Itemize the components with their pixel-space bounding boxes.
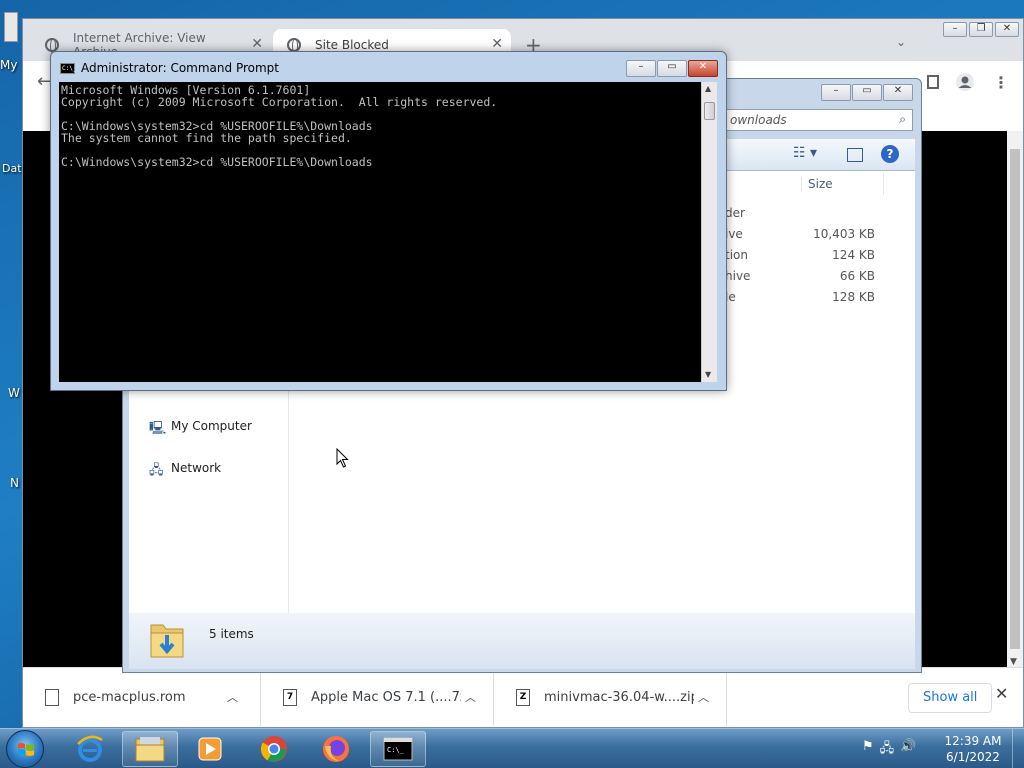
search-placeholder: ownloads bbox=[730, 113, 787, 127]
nav-label: Network bbox=[171, 461, 222, 475]
desktop-label: My bbox=[0, 58, 18, 72]
show-desktop-button[interactable] bbox=[1012, 729, 1024, 768]
command-prompt-icon[interactable]: C:\_ bbox=[370, 731, 426, 767]
file-size: 10,403 KB bbox=[813, 227, 875, 241]
maximize-icon[interactable]: ▭ bbox=[657, 60, 687, 77]
chrome-icon[interactable] bbox=[246, 731, 302, 767]
svg-text:C:\_: C:\_ bbox=[387, 746, 405, 754]
system-tray: ⚑ 🖧 🔊 bbox=[862, 739, 916, 761]
desktop-label: N bbox=[10, 476, 19, 490]
file-type: hive bbox=[725, 269, 751, 283]
minimize-icon[interactable]: – bbox=[943, 22, 967, 37]
chrome-window-controls: – ❐ ✕ bbox=[943, 22, 1019, 37]
window-title: Administrator: Command Prompt bbox=[81, 61, 279, 75]
nav-item-my-computer[interactable]: 🖳 My Computer bbox=[149, 419, 252, 436]
chevron-up-icon[interactable]: ︿ bbox=[227, 689, 238, 705]
zip-icon: Z bbox=[516, 688, 530, 706]
taskbar: C:\_ ⚑ 🖧 🔊 12:39 AM 6/1/2022 bbox=[0, 728, 1024, 768]
file-size: 124 KB bbox=[832, 248, 875, 262]
archive-icon: 7 bbox=[283, 688, 297, 706]
downloads-folder-icon bbox=[150, 624, 184, 658]
search-input[interactable]: ownloads ⌕ bbox=[723, 109, 913, 131]
help-icon[interactable]: ? bbox=[881, 145, 899, 163]
console-line: Copyright (c) 2009 Microsoft Corporation… bbox=[61, 95, 498, 109]
command-prompt-icon: C:\_ bbox=[60, 63, 77, 74]
start-button[interactable] bbox=[6, 730, 44, 768]
internet-explorer-icon[interactable] bbox=[62, 731, 118, 767]
profile-icon[interactable] bbox=[955, 72, 975, 96]
desktop-icon-computer[interactable] bbox=[4, 12, 18, 42]
download-name: pce-macplus.rom bbox=[73, 689, 186, 705]
view-options-icon[interactable]: ☷ ▾ bbox=[793, 145, 817, 161]
file-size: 66 KB bbox=[839, 269, 875, 283]
clock-date: 6/1/2022 bbox=[946, 750, 1000, 764]
scroll-down-arrow-icon[interactable]: ▼ bbox=[705, 370, 711, 379]
close-icon[interactable]: ✕ bbox=[688, 60, 718, 77]
menu-kebab-icon[interactable]: ⋮ bbox=[993, 73, 1009, 92]
nav-item-network[interactable]: 🖧 Network bbox=[149, 461, 222, 478]
file-type: tion bbox=[725, 248, 748, 262]
download-name: Apple Mac OS 7.1 (....7z bbox=[311, 689, 461, 705]
windows-logo-icon bbox=[18, 743, 34, 756]
item-count: 5 items bbox=[209, 627, 254, 641]
firefox-icon[interactable] bbox=[308, 731, 364, 767]
download-item[interactable]: pce-macplus.rom ︿ bbox=[23, 668, 261, 726]
clock-time: 12:39 AM bbox=[944, 734, 1002, 748]
console-output[interactable]: Microsoft Windows [Version 6.1.7601] Copy… bbox=[59, 82, 701, 382]
computer-icon: 🖳 bbox=[149, 421, 167, 436]
download-bar: pce-macplus.rom ︿ 7 Apple Mac OS 7.1 (..… bbox=[23, 667, 1023, 727]
command-prompt-window: C:\_ Administrator: Command Prompt – ▭ ✕… bbox=[50, 51, 727, 391]
download-item[interactable]: 7 Apple Mac OS 7.1 (....7z ︿ bbox=[261, 668, 494, 726]
close-icon[interactable]: ✕ bbox=[491, 36, 503, 52]
download-item[interactable]: Z minivmac-36.04-w....zip ︿ bbox=[494, 668, 727, 726]
details-pane: 5 items bbox=[129, 613, 915, 669]
close-icon[interactable]: ✕ bbox=[883, 84, 913, 101]
cmd-window-controls: – ▭ ✕ bbox=[626, 60, 718, 77]
globe-icon bbox=[287, 38, 301, 54]
action-center-flag-icon[interactable]: ⚑ bbox=[862, 739, 874, 761]
chevron-up-icon[interactable]: ︿ bbox=[465, 689, 476, 705]
nav-label: My Computer bbox=[171, 419, 252, 433]
console-scrollbar[interactable]: ▲ ▼ bbox=[701, 82, 717, 382]
show-all-button[interactable]: Show all bbox=[908, 683, 993, 713]
minimize-icon[interactable]: – bbox=[821, 84, 851, 101]
close-icon[interactable]: ✕ bbox=[995, 22, 1019, 37]
restore-icon[interactable]: ❐ bbox=[969, 22, 993, 37]
tab-search-icon[interactable]: ⌄ bbox=[896, 35, 906, 49]
maximize-icon[interactable]: ▭ bbox=[852, 84, 882, 101]
console-line: C:\Windows\system32>cd %USEROOFILE%\Down… bbox=[61, 155, 373, 169]
preview-pane-icon[interactable] bbox=[847, 148, 863, 162]
network-icon: 🖧 bbox=[149, 463, 164, 478]
media-player-icon[interactable] bbox=[182, 731, 238, 767]
desktop-label: Dat bbox=[2, 162, 22, 175]
minimize-icon[interactable]: – bbox=[626, 60, 656, 77]
explorer-window-controls: – ▭ ✕ bbox=[821, 84, 913, 101]
file-type: der bbox=[725, 206, 745, 220]
download-name: minivmac-36.04-w....zip bbox=[544, 689, 694, 705]
close-icon[interactable]: ✕ bbox=[251, 36, 263, 52]
column-divider bbox=[883, 173, 884, 195]
console-line: The system cannot find the path specifie… bbox=[61, 131, 352, 145]
volume-icon[interactable]: 🔊 bbox=[900, 739, 916, 761]
scroll-up-arrow-icon[interactable]: ▲ bbox=[705, 84, 711, 93]
close-icon[interactable]: ✕ bbox=[995, 684, 1008, 703]
file-type: ive bbox=[725, 227, 743, 241]
page-scrollbar[interactable]: ▼ bbox=[1007, 131, 1023, 667]
column-header-size[interactable]: Size bbox=[801, 177, 881, 191]
file-explorer-icon[interactable] bbox=[122, 731, 178, 767]
tab-title: Site Blocked bbox=[315, 38, 389, 52]
network-icon[interactable]: 🖧 bbox=[880, 739, 895, 761]
file-icon bbox=[45, 688, 59, 706]
file-size: 128 KB bbox=[832, 290, 875, 304]
scrollbar-thumb[interactable] bbox=[1010, 149, 1020, 649]
mouse-cursor-icon bbox=[336, 448, 349, 468]
scrollbar-thumb[interactable] bbox=[704, 102, 715, 120]
side-panel-icon[interactable] bbox=[927, 75, 939, 89]
globe-icon bbox=[45, 38, 59, 54]
chevron-up-icon[interactable]: ︿ bbox=[698, 689, 709, 705]
search-icon[interactable]: ⌕ bbox=[899, 112, 906, 127]
desktop-label: W bbox=[8, 386, 20, 400]
clock[interactable]: 12:39 AM 6/1/2022 bbox=[938, 733, 1008, 765]
scroll-down-arrow-icon[interactable]: ▼ bbox=[1010, 657, 1017, 667]
